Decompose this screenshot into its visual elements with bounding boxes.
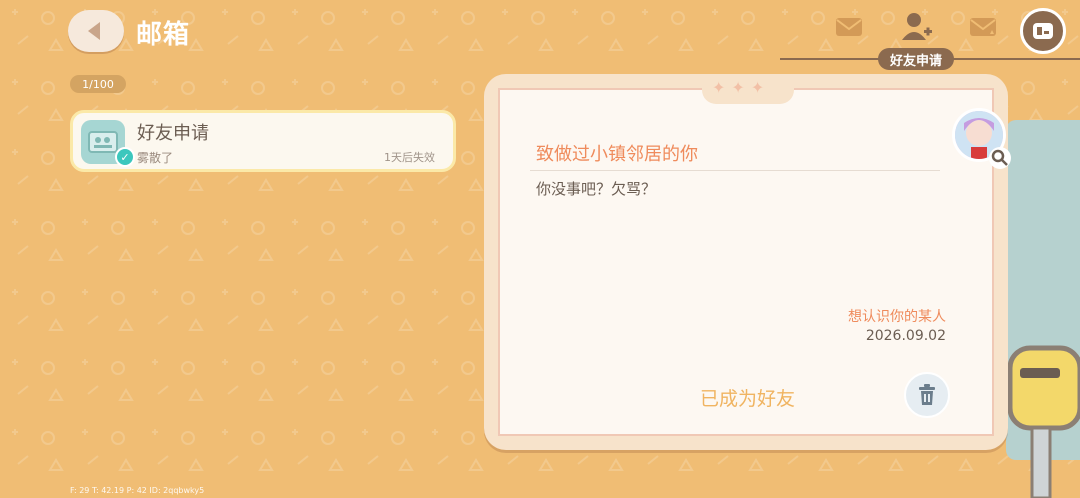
- trash-icon: [919, 384, 935, 405]
- letter-title: 致做过小镇邻居的你: [536, 144, 698, 165]
- divider: [530, 170, 940, 171]
- page-title: 邮箱: [136, 20, 191, 50]
- letter-body: 你没事吧？欠骂？: [536, 180, 657, 198]
- add-friend-icon[interactable]: [900, 10, 934, 44]
- sparkle-icon: ✦✦✦: [712, 78, 771, 97]
- read-check-icon: ✓: [115, 147, 135, 167]
- mail-list-item[interactable]: ✓ 好友申请 雾散了 1天后失效: [70, 110, 456, 172]
- delete-button[interactable]: [904, 372, 950, 418]
- mailbox-decoration: [1007, 345, 1080, 498]
- tab-friend-request[interactable]: 好友申请: [878, 48, 954, 70]
- friend-status: 已成为好友: [700, 388, 796, 410]
- profile-card-icon: [1033, 23, 1053, 39]
- letter-date: 2026.09.02: [865, 328, 946, 344]
- back-button[interactable]: [68, 10, 124, 52]
- magnifier-icon[interactable]: [988, 146, 1012, 170]
- mail-star-icon[interactable]: [968, 14, 998, 40]
- mail-count: 1/100: [70, 75, 126, 93]
- mail-icon[interactable]: [834, 14, 864, 40]
- debug-info: F: 29 T: 42.19 P: 42 ID: 2qqbwky5: [70, 486, 205, 495]
- letter-signature: 想认识你的某人: [848, 309, 946, 325]
- mail-item-expire: 1天后失效: [384, 151, 435, 164]
- back-arrow-icon: [88, 22, 100, 40]
- profile-button[interactable]: [1020, 8, 1066, 54]
- mail-item-sender: 雾散了: [137, 151, 174, 165]
- mail-item-title: 好友申请: [137, 123, 209, 144]
- top-bar: 邮箱 好友申请: [0, 0, 1080, 70]
